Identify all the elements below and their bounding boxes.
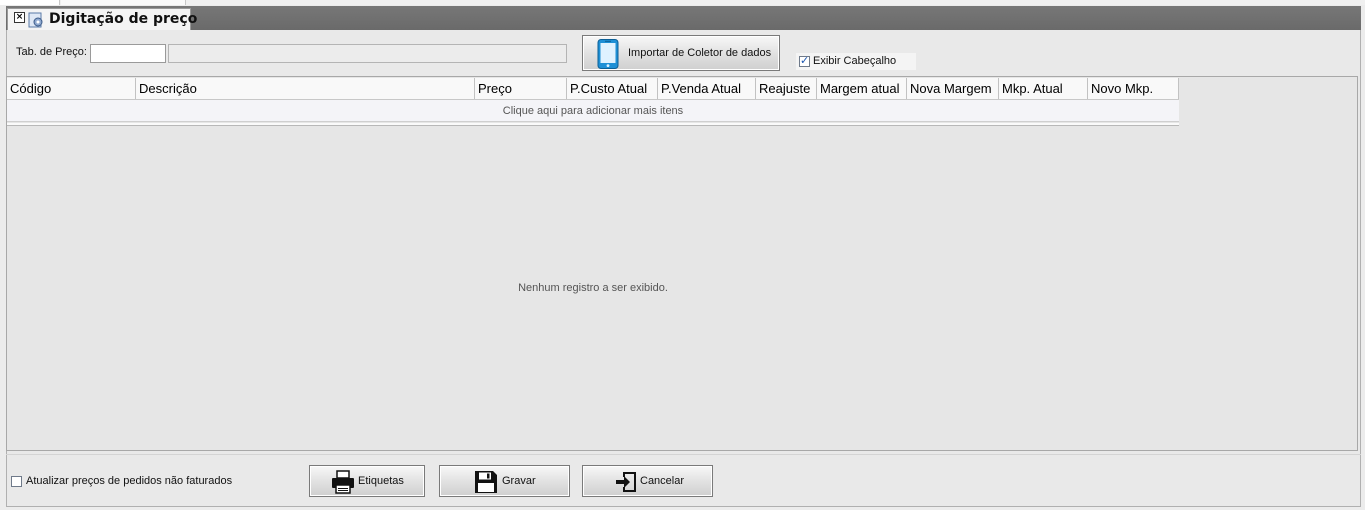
items-grid: Código Descrição Preço P.Custo Atual P.V… (6, 76, 1358, 451)
show-header-checkbox[interactable] (799, 54, 810, 67)
import-collector-button[interactable]: Importar de Coletor de dados (582, 35, 780, 71)
column-header-nova-margem[interactable]: Nova Margem (907, 78, 999, 99)
show-header-option[interactable]: Exibir Cabeçalho (796, 53, 916, 70)
column-header-reajuste[interactable]: Reajuste (756, 78, 817, 99)
import-collector-label: Importar de Coletor de dados (628, 47, 772, 59)
form-tab[interactable]: × Digitação de preço (7, 8, 197, 31)
update-orders-checkbox[interactable] (11, 476, 22, 487)
new-row-strip (7, 123, 1179, 126)
column-header-margem-atual[interactable]: Margem atual (817, 78, 907, 99)
close-icon[interactable]: × (14, 12, 25, 23)
page-title: Digitação de preço (49, 11, 198, 27)
labels-button-label: Etiquetas (358, 475, 404, 487)
column-header-preco[interactable]: Preço (475, 78, 567, 99)
title-bar (6, 6, 1361, 30)
labels-button[interactable]: Etiquetas (309, 465, 425, 497)
window-tab-2[interactable] (61, 0, 186, 5)
floppy-disk-icon (475, 471, 497, 493)
column-header-p-venda-atual[interactable]: P.Venda Atual (658, 78, 756, 99)
cancel-button-label: Cancelar (640, 475, 685, 487)
save-button-label: Gravar (502, 475, 536, 487)
window-tab-1[interactable] (0, 0, 60, 5)
printer-icon (332, 470, 354, 494)
column-header-p-custo-atual[interactable]: P.Custo Atual (567, 78, 658, 99)
grid-header: Código Descrição Preço P.Custo Atual P.V… (7, 78, 1179, 100)
empty-grid-message: Nenhum registro a ser exibido. (518, 282, 668, 294)
price-table-code-input[interactable] (90, 44, 166, 63)
column-header-codigo[interactable]: Código (7, 78, 136, 99)
cancel-button[interactable]: Cancelar (582, 465, 713, 497)
window-tab-strip (0, 0, 1365, 5)
save-button[interactable]: Gravar (439, 465, 570, 497)
add-items-row[interactable]: Clique aqui para adicionar mais itens (7, 100, 1179, 122)
column-header-novo-mkp[interactable]: Novo Mkp. (1088, 78, 1179, 99)
price-table-description-field (168, 44, 567, 63)
update-orders-label: Atualizar preços de pedidos não faturado… (26, 475, 233, 487)
smartphone-icon (597, 39, 619, 69)
column-header-descricao[interactable]: Descrição (136, 78, 475, 99)
footer-divider (6, 454, 1361, 455)
show-header-label: Exibir Cabeçalho (813, 55, 897, 67)
settings-document-icon (28, 12, 43, 28)
exit-door-icon (616, 472, 636, 492)
column-header-mkp-atual[interactable]: Mkp. Atual (999, 78, 1088, 99)
price-table-label: Tab. de Preço: (16, 46, 87, 58)
